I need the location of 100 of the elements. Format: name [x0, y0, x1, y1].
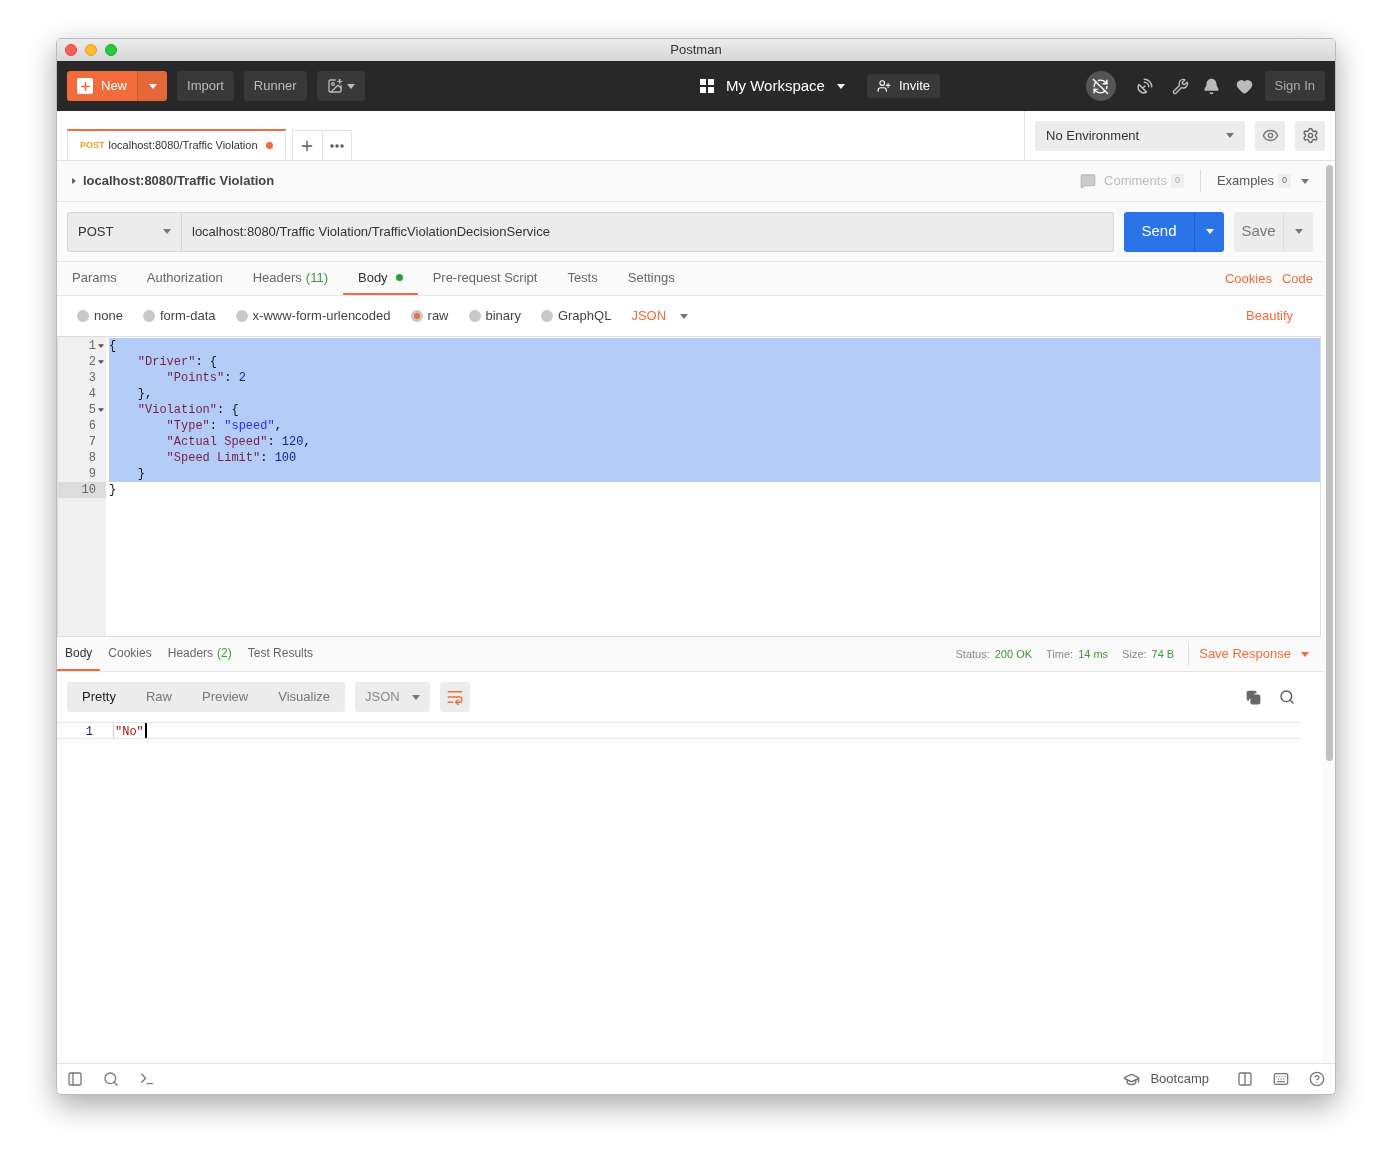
line-number: 1 [58, 338, 106, 354]
save-button[interactable]: Save [1234, 211, 1283, 252]
fold-toggle[interactable] [98, 360, 104, 364]
view-mode-tab[interactable]: Raw [130, 682, 187, 712]
radio-button[interactable] [235, 310, 248, 322]
format-dropdown[interactable]: JSON [631, 306, 689, 326]
response-text: "No" [113, 723, 147, 738]
line-number: 3 [87, 370, 97, 386]
settings-icon [1301, 127, 1319, 144]
header-link[interactable]: Cookies [1224, 268, 1272, 289]
radio-label: x-www-form-urlencoded [252, 307, 391, 326]
line-number: 4 [87, 386, 97, 402]
comment-icon [1080, 173, 1097, 189]
invite-button[interactable]: Invite [866, 74, 940, 98]
breadcrumb-title[interactable]: localhost:8080/Traffic Violation [83, 171, 275, 191]
caret-icon [1226, 133, 1234, 138]
count-label: (2) [217, 645, 232, 662]
method-dropdown[interactable]: POST [67, 211, 182, 252]
new-button[interactable]: New [67, 71, 137, 101]
caret-icon [680, 313, 689, 319]
radio-button[interactable] [77, 310, 89, 322]
sidebar-icon[interactable] [67, 1071, 83, 1087]
caret-icon [1205, 229, 1214, 234]
examples-label[interactable]: Examples [1216, 171, 1274, 191]
new-dropdown-button[interactable] [137, 71, 167, 101]
workspace-dropdown[interactable]: My Workspace [700, 74, 845, 98]
section-tab[interactable]: Tests [552, 262, 613, 295]
find-icon[interactable] [103, 1071, 119, 1087]
section-tab[interactable]: Authorization [131, 262, 238, 295]
view-mode-tab[interactable]: Preview [187, 682, 264, 712]
radio-button[interactable] [142, 310, 155, 322]
send-dropdown-button[interactable] [1194, 211, 1224, 252]
caret-icon [98, 360, 104, 364]
window-title: Postman [670, 41, 722, 60]
response-tab[interactable]: Cookies [100, 637, 160, 671]
bell-icon[interactable] [1202, 77, 1220, 95]
caret-icon [412, 694, 421, 700]
plus-icon [77, 78, 93, 94]
fold-toggle[interactable] [98, 344, 104, 348]
beautify-link[interactable]: Beautify [1246, 306, 1293, 326]
caret-icon [1294, 229, 1303, 234]
section-tab[interactable]: Headers (11) [237, 262, 343, 295]
radio-label: binary [485, 307, 521, 326]
header-button[interactable]: Import [177, 71, 234, 101]
response-tab[interactable]: Test Results [239, 637, 322, 671]
view-mode-tab[interactable]: Pretty [67, 682, 131, 712]
window-plus-icon [326, 78, 343, 94]
url-field[interactable]: localhost:8080/Traffic Violation/TrafficViolationDecisionService [182, 211, 1114, 252]
search-icon[interactable] [1279, 689, 1295, 705]
copy-icon[interactable] [1246, 689, 1261, 705]
zoom-button[interactable] [105, 44, 117, 56]
wrench-icon[interactable] [1171, 77, 1189, 95]
header-link[interactable]: Code [1281, 268, 1313, 289]
caret-icon [346, 83, 355, 89]
wrap-button[interactable] [440, 682, 471, 712]
help-icon[interactable] [1309, 1071, 1325, 1087]
radio-button[interactable] [540, 310, 553, 322]
section-tab[interactable]: Pre-request Script [417, 262, 553, 295]
sign-in-button[interactable]: Sign In [1264, 71, 1325, 101]
status-value: 14 ms [1078, 646, 1109, 662]
fold-toggle[interactable] [98, 408, 104, 412]
radio-label: GraphQL [557, 307, 612, 326]
radio-button[interactable] [468, 310, 481, 322]
tab-title: localhost:8080/Traffic Violation [108, 138, 258, 154]
environment-dropdown[interactable]: No Environment [1035, 120, 1245, 151]
request-tab[interactable]: POST localhost:8080/Traffic Violation [67, 129, 286, 160]
caret-icon [163, 229, 171, 234]
eye-button[interactable] [1255, 120, 1285, 151]
response-tab[interactable]: Headers (2) [159, 637, 240, 671]
count-badge: 0 [1278, 174, 1291, 188]
line-number: 2 [58, 354, 106, 370]
status-value: 200 OK [994, 646, 1033, 662]
section-tab[interactable]: Params [57, 262, 132, 295]
line-number: 10 [58, 482, 106, 498]
section-tab[interactable]: Body [343, 262, 418, 295]
response-tab[interactable]: Body [57, 637, 101, 671]
close-button[interactable] [65, 44, 77, 56]
section-tab[interactable]: Settings [612, 262, 690, 295]
console-icon[interactable] [139, 1071, 155, 1087]
heart-icon[interactable] [1235, 77, 1253, 95]
satellite-dish-icon[interactable] [1135, 77, 1154, 95]
settings-button[interactable] [1295, 120, 1325, 151]
status-label: Status: [955, 646, 990, 662]
status-label: Size: [1122, 646, 1147, 662]
two-pane-icon[interactable] [1237, 1071, 1253, 1087]
send-button[interactable]: Send [1124, 211, 1194, 252]
view-mode-tab[interactable]: Visualize [263, 682, 346, 712]
status-value: 74 B [1151, 646, 1175, 662]
header-button[interactable]: Runner [243, 71, 307, 101]
radio-label: raw [427, 307, 449, 326]
bootcamp-link[interactable]: Bootcamp [1150, 1069, 1209, 1089]
radio-button[interactable] [410, 310, 423, 322]
code-editor[interactable]: 1 2 3 4 5 6 7 8 9 10 { "Driver": { "Points": 2 }, "Violation": { "Type": "speed", "Actual Speed": 120, "Speed Limit": 100 } } [57, 336, 1321, 637]
response-format-dropdown[interactable]: JSON [355, 682, 431, 712]
caret-icon [72, 178, 76, 184]
save-response-button[interactable]: Save Response [1199, 637, 1309, 671]
new-window-button[interactable] [316, 71, 365, 101]
sync-off-icon[interactable] [1085, 71, 1116, 101]
line-number: 9 [87, 466, 97, 482]
keyboard-icon[interactable] [1273, 1071, 1289, 1087]
